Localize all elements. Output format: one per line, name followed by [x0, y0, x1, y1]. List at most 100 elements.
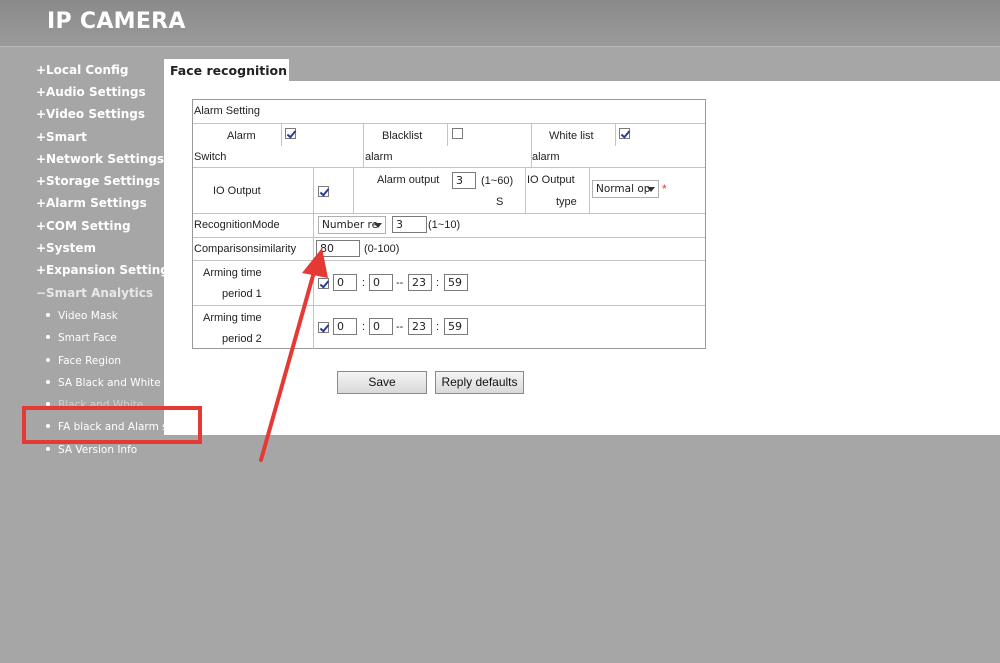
required-mark: *	[662, 182, 667, 196]
expand-icon: +	[36, 174, 47, 188]
arming-period-1-label-1: Arming time	[203, 267, 262, 279]
blacklist-label-1: Blacklist	[382, 130, 423, 142]
alarm-output-unit: S	[496, 196, 504, 208]
bullet-icon	[46, 380, 50, 384]
arming-period-2-label-1: Arming time	[203, 312, 262, 324]
menu-smart[interactable]: +Smart	[36, 130, 87, 144]
menu-local-config[interactable]: +Local Config	[36, 63, 128, 77]
menu-label: Expansion Settings	[46, 263, 177, 277]
menu-audio-settings[interactable]: +Audio Settings	[36, 85, 146, 99]
io-output-checkbox[interactable]	[318, 186, 329, 197]
blacklist-alarm-checkbox[interactable]	[452, 128, 463, 139]
dash-separator: --	[396, 277, 404, 289]
comparison-similarity-input[interactable]: 80	[316, 240, 360, 257]
collapse-icon: −	[36, 286, 47, 300]
app-header: IP CAMERA	[0, 0, 1000, 47]
recognition-mode-row: RecognitionMode Number re 3 (1~10)	[193, 213, 705, 237]
select-value: Number re	[322, 219, 379, 231]
recognition-mode-label: RecognitionMode	[194, 219, 280, 231]
dash-separator: --	[396, 321, 404, 333]
arming-period-2-row: Arming time period 2 0 : 0 -- 23 : 59	[193, 305, 705, 349]
io-output-type-label-1: IO Output	[527, 174, 575, 186]
menu-network-settings[interactable]: +Network Settings	[36, 152, 164, 166]
whitelist-alarm-checkbox[interactable]	[619, 128, 630, 139]
colon-separator: :	[436, 277, 440, 289]
alarm-output-label: Alarm output	[377, 174, 440, 186]
subitem-video-mask[interactable]: Video Mask	[46, 310, 164, 322]
subitem-label: SA Black and White	[58, 377, 161, 389]
comparison-similarity-label: Comparisonsimilarity	[194, 243, 297, 255]
alarm-output-range: (1~60)	[481, 175, 514, 187]
alarm-switch-label-1: Alarm	[227, 130, 256, 142]
period-2-end-minute[interactable]: 59	[444, 318, 468, 335]
subitem-sa-black-white[interactable]: SA Black and White	[46, 377, 164, 389]
io-output-type-label-2: type	[556, 196, 577, 208]
menu-label: Smart	[46, 130, 87, 144]
arming-period-1-label-2: period 1	[222, 288, 262, 300]
arming-period-2-checkbox[interactable]	[318, 322, 329, 333]
expand-icon: +	[36, 85, 47, 99]
subitem-sa-version-info[interactable]: SA Version Info	[46, 444, 164, 456]
comparison-similarity-row: Comparisonsimilarity 80 (0-100)	[193, 237, 705, 260]
subitem-label: Face Region	[58, 355, 122, 367]
expand-icon: +	[36, 63, 47, 77]
whitelist-label-2: alarm	[532, 151, 560, 163]
save-button[interactable]: Save	[337, 371, 427, 394]
recognition-mode-select[interactable]: Number re	[318, 216, 386, 234]
menu-label: COM Setting	[46, 219, 131, 233]
comparison-similarity-range: (0-100)	[364, 243, 400, 255]
menu-label: Audio Settings	[46, 85, 146, 99]
menu-com-setting[interactable]: +COM Setting	[36, 219, 131, 233]
period-2-end-hour[interactable]: 23	[408, 318, 432, 335]
alarm-setting-form: Alarm Setting Alarm Switch Blacklist ala…	[192, 99, 706, 349]
menu-video-settings[interactable]: +Video Settings	[36, 107, 145, 121]
reply-defaults-button[interactable]: Reply defaults	[435, 371, 524, 394]
menu-alarm-settings[interactable]: +Alarm Settings	[36, 196, 147, 210]
recognition-count-input[interactable]: 3	[392, 216, 427, 233]
expand-icon: +	[36, 219, 47, 233]
arming-period-1-row: Arming time period 1 0 : 0 -- 23 : 59	[193, 260, 705, 305]
menu-label: Alarm Settings	[46, 196, 147, 210]
subitem-label: Video Mask	[58, 310, 118, 322]
menu-smart-analytics[interactable]: −Smart Analytics	[36, 286, 153, 300]
menu-system[interactable]: +System	[36, 241, 96, 255]
bullet-icon	[46, 335, 50, 339]
alarm-switch-checkbox[interactable]	[285, 128, 296, 139]
blacklist-label-2: alarm	[365, 151, 393, 163]
subitem-smart-face[interactable]: Smart Face	[46, 332, 164, 344]
menu-storage-settings[interactable]: +Storage Settings	[36, 174, 160, 188]
io-output-row: IO Output Alarm output 3 (1~60) S IO Out…	[193, 167, 705, 213]
dropdown-arrow-icon	[647, 187, 655, 192]
expand-icon: +	[36, 196, 47, 210]
menu-label: Local Config	[46, 63, 129, 77]
period-1-start-hour[interactable]: 0	[333, 274, 357, 291]
bullet-icon	[46, 447, 50, 451]
subitem-label: SA Version Info	[58, 444, 138, 456]
subitem-face-region[interactable]: Face Region	[46, 355, 164, 367]
menu-label: Video Settings	[46, 107, 145, 121]
period-1-end-minute[interactable]: 59	[444, 274, 468, 291]
menu-expansion-settings[interactable]: +Expansion Settings	[36, 263, 176, 277]
period-2-start-minute[interactable]: 0	[369, 318, 393, 335]
menu-label: Network Settings	[46, 152, 164, 166]
section-title: Alarm Setting	[194, 105, 261, 117]
dropdown-arrow-icon	[374, 223, 382, 228]
alarm-output-input[interactable]: 3	[452, 172, 476, 189]
period-1-end-hour[interactable]: 23	[408, 274, 432, 291]
io-output-label: IO Output	[213, 185, 261, 197]
bullet-icon	[46, 358, 50, 362]
colon-separator: :	[362, 277, 366, 289]
expand-icon: +	[36, 107, 47, 121]
recognition-range: (1~10)	[428, 219, 461, 231]
period-1-start-minute[interactable]: 0	[369, 274, 393, 291]
colon-separator: :	[362, 321, 366, 333]
menu-label: Smart Analytics	[46, 286, 154, 300]
subitem-label: Smart Face	[58, 332, 117, 344]
tab-face-recognition[interactable]: Face recognition	[164, 59, 289, 83]
period-2-start-hour[interactable]: 0	[333, 318, 357, 335]
arming-period-2-label-2: period 2	[222, 333, 262, 345]
arming-period-1-checkbox[interactable]	[318, 278, 329, 289]
menu-label: Storage Settings	[46, 174, 161, 188]
whitelist-label-1: White list	[549, 130, 594, 142]
io-output-type-select[interactable]: Normal op	[592, 180, 659, 198]
